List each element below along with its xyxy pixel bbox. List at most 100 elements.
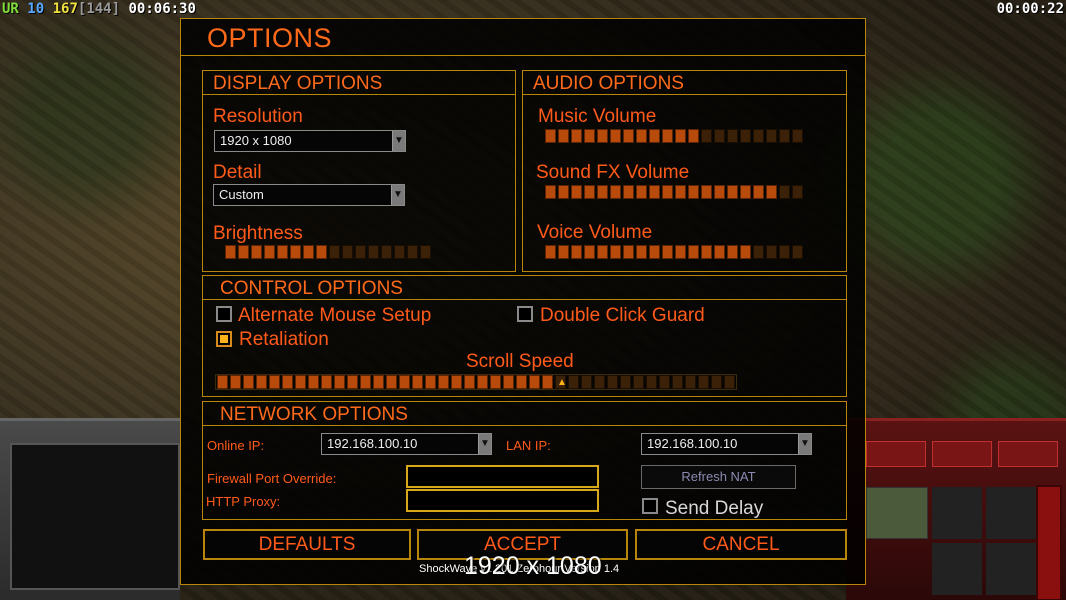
slider-segment <box>688 129 699 143</box>
slider-segment <box>633 375 644 389</box>
slider-segment <box>636 185 647 199</box>
slider-segment <box>649 185 660 199</box>
send-delay-label[interactable]: Send Delay <box>665 498 763 520</box>
slider-segment <box>516 375 527 389</box>
slider-segment <box>438 375 449 389</box>
slider-segment <box>321 375 332 389</box>
slider-segment <box>701 129 712 143</box>
slider-segment <box>295 375 306 389</box>
slider-segment <box>753 185 764 199</box>
double-click-guard-checkbox[interactable] <box>517 306 533 322</box>
network-options-panel: NETWORK OPTIONS Online IP: 192.168.100.1… <box>202 401 847 520</box>
slider-segment <box>792 245 803 259</box>
http-proxy-input[interactable] <box>406 489 599 512</box>
firewall-port-input[interactable] <box>406 465 599 488</box>
slider-segment <box>277 245 288 259</box>
detail-dropdown[interactable]: Custom ▼ <box>213 184 405 206</box>
slider-segment <box>766 245 777 259</box>
slider-segment <box>688 245 699 259</box>
slider-segment <box>779 245 790 259</box>
slider-segment <box>753 129 764 143</box>
audio-options-panel: AUDIO OPTIONS Music Volume Sound FX Volu… <box>522 70 847 272</box>
command-tabs <box>866 441 1058 467</box>
retaliation-label[interactable]: Retaliation <box>239 329 329 351</box>
slider-segment <box>412 375 423 389</box>
slider-segment <box>571 245 582 259</box>
audio-options-title: AUDIO OPTIONS <box>523 71 846 95</box>
double-click-guard-label[interactable]: Double Click Guard <box>540 305 705 327</box>
slider-segment <box>238 245 249 259</box>
hud-stats: UR 10 167[144] 00:06:30 <box>2 1 196 17</box>
slider-segment <box>529 375 540 389</box>
resolution-value: 1920 x 1080 <box>220 133 292 148</box>
unit-portrait <box>866 487 928 539</box>
slider-segment <box>451 375 462 389</box>
slider-segment <box>290 245 301 259</box>
alternate-mouse-label[interactable]: Alternate Mouse Setup <box>238 305 431 327</box>
chevron-down-icon[interactable]: ▼ <box>391 185 404 205</box>
stat-10: 10 <box>27 1 45 17</box>
slider-segment <box>329 245 340 259</box>
chevron-down-icon[interactable]: ▼ <box>392 131 405 151</box>
lan-ip-value: 192.168.100.10 <box>647 436 738 451</box>
slider-segment <box>662 129 673 143</box>
countdown-timer: 00:00:22 <box>996 1 1064 17</box>
sound-fx-volume-label: Sound FX Volume <box>536 162 690 183</box>
slider-segment <box>407 245 418 259</box>
scroll-speed-slider[interactable]: ▲ <box>215 374 737 390</box>
refresh-nat-button[interactable]: Refresh NAT <box>641 465 796 489</box>
music-volume-slider[interactable] <box>545 129 803 143</box>
slider-segment <box>420 245 431 259</box>
chevron-down-icon[interactable]: ▼ <box>798 434 811 454</box>
defaults-button[interactable]: DEFAULTS <box>203 529 411 560</box>
slider-segment <box>545 129 556 143</box>
slider-segment <box>711 375 722 389</box>
control-options-panel: CONTROL OPTIONS Alternate Mouse Setup Do… <box>202 275 847 397</box>
stat-167: 167 <box>52 1 78 17</box>
brightness-label: Brightness <box>213 223 303 244</box>
sound-fx-volume-slider[interactable] <box>545 185 803 199</box>
slider-segment <box>724 375 735 389</box>
retaliation-checkbox[interactable] <box>216 331 232 347</box>
slider-segment <box>727 129 738 143</box>
slider-segment <box>571 129 582 143</box>
options-title: OPTIONS <box>207 23 333 53</box>
slider-segment <box>623 129 634 143</box>
hud-right-panel <box>846 418 1066 600</box>
lan-ip-label: LAN IP: <box>506 438 551 453</box>
lan-ip-dropdown[interactable]: 192.168.100.10 ▼ <box>641 433 812 455</box>
slider-segment <box>597 129 608 143</box>
slider-segment <box>373 375 384 389</box>
slider-segment <box>282 375 293 389</box>
slider-segment <box>243 375 254 389</box>
slider-segment <box>558 245 569 259</box>
resolution-dropdown[interactable]: 1920 x 1080 ▼ <box>214 130 406 152</box>
cancel-button[interactable]: CANCEL <box>635 529 847 560</box>
send-delay-checkbox[interactable] <box>642 498 658 514</box>
slider-segment <box>308 375 319 389</box>
display-options-title: DISPLAY OPTIONS <box>203 71 515 95</box>
slider-segment <box>230 375 241 389</box>
slider-segment <box>571 185 582 199</box>
slider-segment <box>766 185 777 199</box>
alternate-mouse-checkbox[interactable] <box>216 306 232 322</box>
slider-segment: ▲ <box>542 375 567 389</box>
slider-segment <box>675 245 686 259</box>
slider-segment <box>688 185 699 199</box>
slider-segment <box>610 185 621 199</box>
slider-segment <box>714 129 725 143</box>
slider-segment <box>649 245 660 259</box>
online-ip-dropdown[interactable]: 192.168.100.10 ▼ <box>321 433 492 455</box>
slider-segment <box>568 375 579 389</box>
command-grid <box>932 487 1036 597</box>
slider-segment <box>355 245 366 259</box>
slider-segment <box>594 375 605 389</box>
voice-volume-slider[interactable] <box>545 245 803 259</box>
network-options-title: NETWORK OPTIONS <box>203 402 846 426</box>
slider-segment <box>701 185 712 199</box>
brightness-slider[interactable] <box>225 245 431 259</box>
slider-segment <box>581 375 592 389</box>
chevron-down-icon[interactable]: ▼ <box>478 434 491 454</box>
stat-ur: UR <box>2 1 19 17</box>
slider-thumb-icon[interactable]: ▲ <box>557 377 567 388</box>
